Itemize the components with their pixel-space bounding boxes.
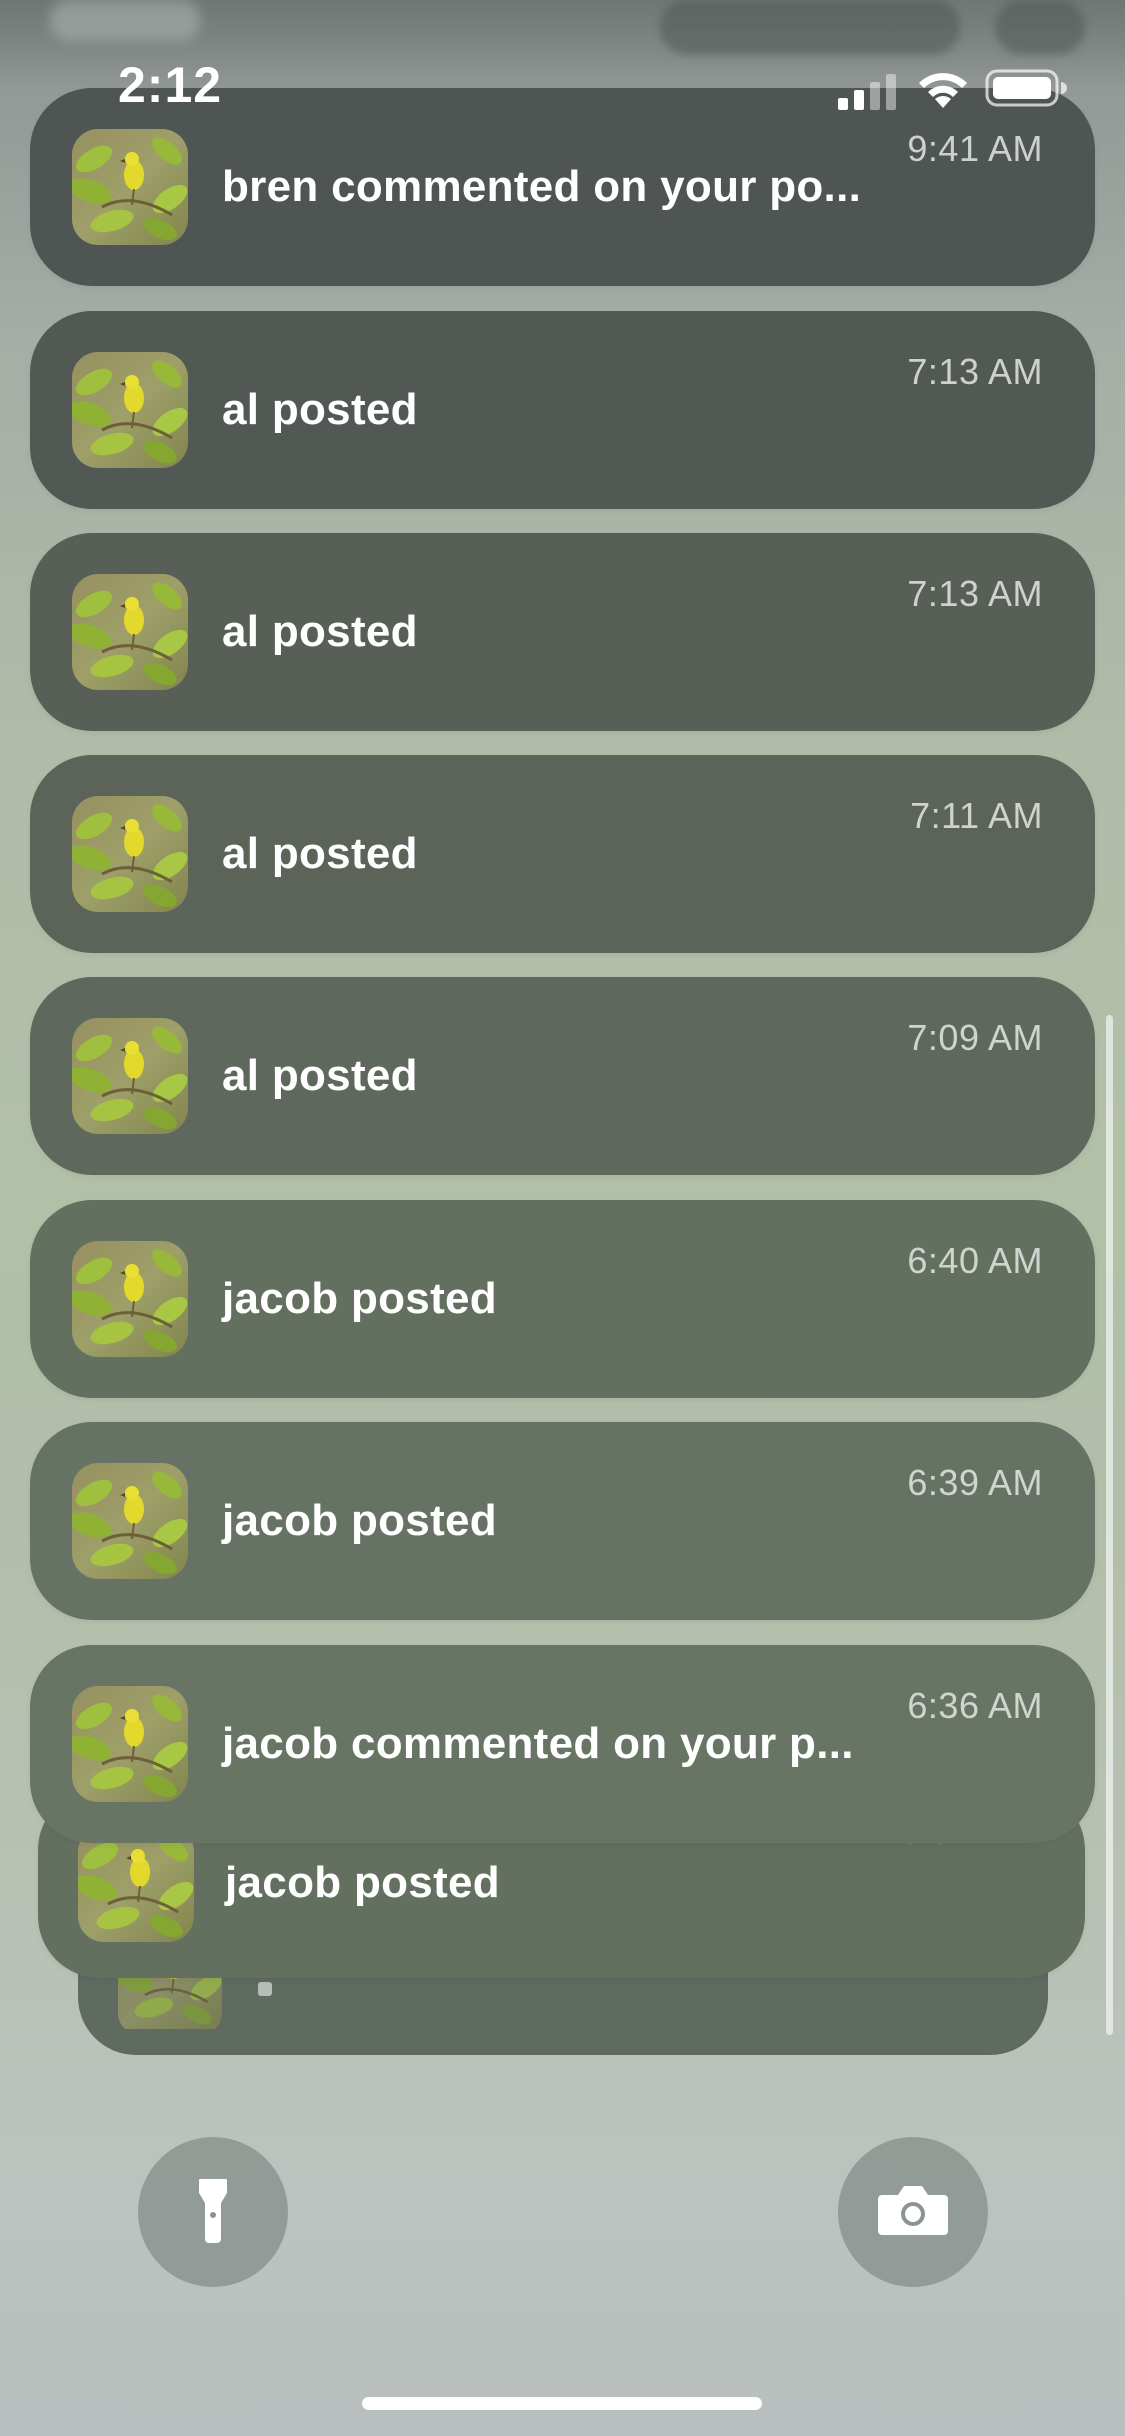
- notification-card[interactable]: jacob posted 6:39 AM: [30, 1422, 1095, 1620]
- notification-time: 7:09 AM: [907, 1017, 1043, 1058]
- app-icon: [72, 1463, 188, 1579]
- notification-title: al posted: [222, 385, 418, 434]
- notification-title: jacob commented on your p...: [222, 1719, 854, 1768]
- app-icon: [72, 796, 188, 912]
- app-icon: [72, 574, 188, 690]
- notification-card[interactable]: al posted 7:09 AM: [30, 977, 1095, 1175]
- notification-time: 6:40 AM: [907, 1240, 1043, 1281]
- notification-title: jacob posted: [222, 1274, 497, 1323]
- blurred-widget: [50, 0, 200, 40]
- notification-card[interactable]: jacob commented on your p... 6:36 AM: [30, 1645, 1095, 1843]
- wifi-icon: [919, 73, 967, 108]
- notification-title: jacob posted: [222, 1496, 497, 1545]
- notification-time: 6:36 AM: [907, 1685, 1043, 1726]
- flashlight-button[interactable]: [138, 2137, 288, 2287]
- app-icon: [78, 1826, 194, 1942]
- flashlight-icon: [199, 2179, 227, 2243]
- notification-title: al posted: [222, 1051, 418, 1100]
- camera-icon: [878, 2186, 948, 2235]
- notification-card[interactable]: al posted 7:13 AM: [30, 533, 1095, 731]
- notification-title: al posted: [222, 607, 418, 656]
- notification-time: 6:39 AM: [907, 1462, 1043, 1503]
- status-bar: 2:12: [0, 50, 1125, 130]
- app-icon: [72, 1241, 188, 1357]
- camera-button[interactable]: [838, 2137, 988, 2287]
- app-icon: [72, 1018, 188, 1134]
- status-time: 2:12: [118, 57, 223, 113]
- home-indicator[interactable]: [362, 2397, 762, 2410]
- scroll-indicator[interactable]: [1106, 1015, 1113, 2035]
- battery-icon: [985, 69, 1067, 107]
- notification-card[interactable]: al posted 7:11 AM: [30, 755, 1095, 953]
- notification-time: 7:13 AM: [907, 573, 1043, 614]
- app-icon: [72, 129, 188, 245]
- notification-card[interactable]: al posted 7:13 AM: [30, 311, 1095, 509]
- notification-time: 9:41 AM: [907, 128, 1043, 169]
- blurred-widget: [660, 0, 960, 55]
- cellular-signal-icon: [838, 74, 896, 110]
- blurred-widget: [995, 0, 1085, 55]
- app-icon: [72, 352, 188, 468]
- notification-time: 7:13 AM: [907, 351, 1043, 392]
- notification-card[interactable]: jacob posted 6:40 AM: [30, 1200, 1095, 1398]
- app-icon: [118, 1975, 222, 2035]
- notification-time: 7:11 AM: [910, 795, 1043, 836]
- peek-text-fragment: [258, 1982, 272, 1996]
- notification-title: al posted: [222, 829, 418, 878]
- app-icon: [72, 1686, 188, 1802]
